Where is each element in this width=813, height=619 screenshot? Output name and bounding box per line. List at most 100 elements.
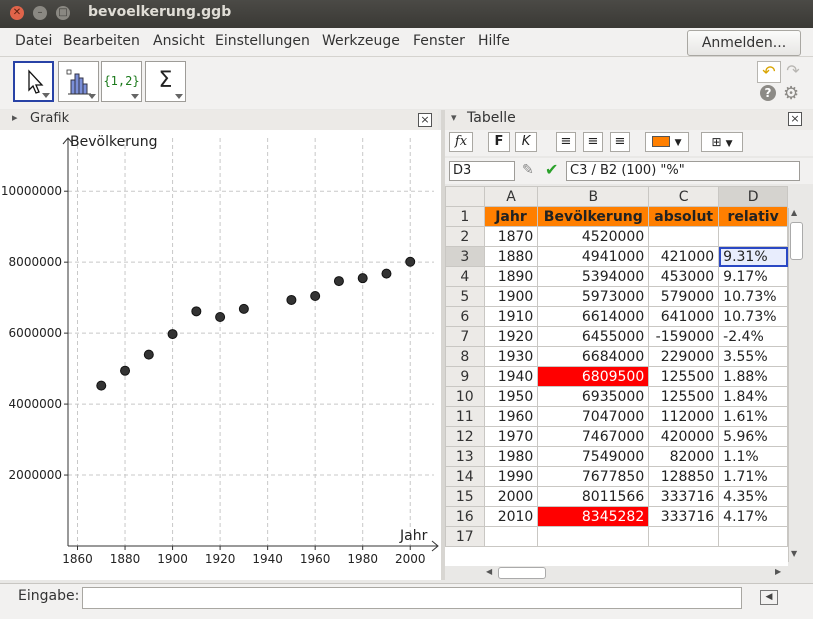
cell-b1[interactable]: Bevölkerung [537, 206, 650, 227]
chevron-right-icon[interactable]: ▸ [12, 111, 18, 124]
cell-c12[interactable]: 420000 [648, 426, 720, 447]
table-row[interactable]: 11 1960 7047000 112000 1.61% [445, 406, 788, 427]
population-scatter-chart[interactable]: 1860 1880 1900 1920 1940 1960 1980 2000 2000000 4… [0, 130, 441, 580]
data-point[interactable] [381, 268, 392, 279]
sum-tool-button[interactable]: Σ [145, 61, 186, 102]
row-header[interactable]: 8 [445, 346, 485, 367]
spreadsheet-table[interactable]: A B C D 1 Jahr Bevölkerung absolut relativ 2 1… [445, 186, 788, 547]
cell-d1[interactable]: relativ [718, 206, 788, 227]
column-header-a[interactable]: A [483, 186, 539, 207]
row-header[interactable]: 3 [445, 246, 485, 267]
row-header[interactable]: 6 [445, 306, 485, 327]
row-header[interactable]: 9 [445, 366, 485, 387]
cell-a8[interactable]: 1930 [483, 346, 539, 367]
table-row[interactable]: 16 2010 8345282 333716 4.17% [445, 506, 788, 527]
cell-b3[interactable]: 4941000 [537, 246, 650, 267]
scroll-up-icon[interactable]: ▲ [791, 208, 797, 217]
data-point[interactable] [96, 380, 107, 391]
cell-d4[interactable]: 9.17% [718, 266, 788, 287]
command-input[interactable] [82, 587, 742, 609]
move-tool-button[interactable] [13, 61, 54, 102]
cell-a5[interactable]: 1900 [483, 286, 539, 307]
data-point[interactable] [333, 276, 344, 287]
cell-a17[interactable] [483, 526, 539, 547]
cell-d8[interactable]: 3.55% [718, 346, 788, 367]
bold-button[interactable]: F [488, 132, 510, 152]
cell-b4[interactable]: 5394000 [537, 266, 650, 287]
cell-c11[interactable]: 112000 [648, 406, 720, 427]
cell-d7[interactable]: -2.4% [718, 326, 788, 347]
menu-hilfe[interactable]: Hilfe [478, 33, 510, 49]
cell-c14[interactable]: 128850 [648, 466, 720, 487]
cell-a14[interactable]: 1990 [483, 466, 539, 487]
row-header[interactable]: 5 [445, 286, 485, 307]
border-style-button[interactable]: ⊞ ▼ [701, 132, 743, 152]
cell-d17[interactable] [718, 526, 788, 547]
row-header[interactable]: 14 [445, 466, 485, 487]
keyboard-toggle-icon[interactable]: ◀ [760, 590, 778, 605]
cell-d11[interactable]: 1.61% [718, 406, 788, 427]
cell-a10[interactable]: 1950 [483, 386, 539, 407]
column-header-c[interactable]: C [648, 186, 720, 207]
cell-d6[interactable]: 10.73% [718, 306, 788, 327]
data-point[interactable] [143, 349, 154, 360]
row-header[interactable]: 11 [445, 406, 485, 427]
cell-b5[interactable]: 5973000 [537, 286, 650, 307]
menu-einstellungen[interactable]: Einstellungen [215, 33, 310, 49]
cell-d14[interactable]: 1.71% [718, 466, 788, 487]
spreadsheet-grid[interactable]: A B C D 1 Jahr Bevölkerung absolut relativ 2 1… [445, 186, 788, 566]
table-row[interactable]: 4 1890 5394000 453000 9.17% [445, 266, 788, 287]
menu-werkzeuge[interactable]: Werkzeuge [322, 33, 400, 49]
table-row[interactable]: 9 1940 6809500 125500 1.88% [445, 366, 788, 387]
formula-input[interactable]: C3 / B2 (100) "%" [566, 161, 800, 181]
row-header[interactable]: 2 [445, 226, 485, 247]
cell-d10[interactable]: 1.84% [718, 386, 788, 407]
cell-b14[interactable]: 7677850 [537, 466, 650, 487]
cell-c15[interactable]: 333716 [648, 486, 720, 507]
cell-d5[interactable]: 10.73% [718, 286, 788, 307]
row-header[interactable]: 1 [445, 206, 485, 227]
italic-button[interactable]: K [515, 132, 537, 152]
data-point[interactable] [215, 311, 226, 322]
vertical-scrollbar[interactable]: ▲ ▼ [788, 208, 803, 562]
cell-c5[interactable]: 579000 [648, 286, 720, 307]
horizontal-scroll-thumb[interactable] [498, 567, 546, 579]
cell-c1[interactable]: absolut [648, 206, 720, 227]
column-header-d[interactable]: D [718, 186, 788, 207]
chevron-down-icon[interactable]: ▾ [451, 111, 457, 124]
cell-a4[interactable]: 1890 [483, 266, 539, 287]
table-row[interactable]: 12 1970 7467000 420000 5.96% [445, 426, 788, 447]
cell-c13[interactable]: 82000 [648, 446, 720, 467]
cell-b11[interactable]: 7047000 [537, 406, 650, 427]
data-point[interactable] [286, 294, 297, 305]
cell-b9[interactable]: 6809500 [537, 366, 650, 387]
data-point[interactable] [167, 329, 178, 340]
cell-b10[interactable]: 6935000 [537, 386, 650, 407]
list-tool-button[interactable]: {1,2} [101, 61, 142, 102]
cell-a15[interactable]: 2000 [483, 486, 539, 507]
align-right-icon[interactable]: ≡ [610, 132, 630, 152]
cell-c8[interactable]: 229000 [648, 346, 720, 367]
checkmark-icon[interactable]: ✔ [545, 160, 558, 179]
cell-d9[interactable]: 1.88% [718, 366, 788, 387]
table-row[interactable]: 7 1920 6455000 -159000 -2.4% [445, 326, 788, 347]
cell-b7[interactable]: 6455000 [537, 326, 650, 347]
cell-d2[interactable] [718, 226, 788, 247]
cell-c7[interactable]: -159000 [648, 326, 720, 347]
formula-bar-toggle-button[interactable]: fx [449, 132, 473, 152]
cell-a2[interactable]: 1870 [483, 226, 539, 247]
cell-b2[interactable]: 4520000 [537, 226, 650, 247]
row-header[interactable]: 13 [445, 446, 485, 467]
data-point[interactable] [405, 256, 416, 267]
row-header[interactable]: 4 [445, 266, 485, 287]
cell-b12[interactable]: 7467000 [537, 426, 650, 447]
cell-b13[interactable]: 7549000 [537, 446, 650, 467]
vertical-scroll-thumb[interactable] [790, 222, 803, 260]
histogram-tool-button[interactable] [58, 61, 99, 102]
table-row[interactable]: 1 Jahr Bevölkerung absolut relativ [445, 206, 788, 227]
table-row[interactable]: 17 [445, 526, 788, 547]
scroll-right-icon[interactable]: ▶ [775, 567, 781, 576]
row-header[interactable]: 7 [445, 326, 485, 347]
graphics-view[interactable]: 1860 1880 1900 1920 1940 1960 1980 2000 2000000 4… [0, 130, 442, 580]
cell-a7[interactable]: 1920 [483, 326, 539, 347]
